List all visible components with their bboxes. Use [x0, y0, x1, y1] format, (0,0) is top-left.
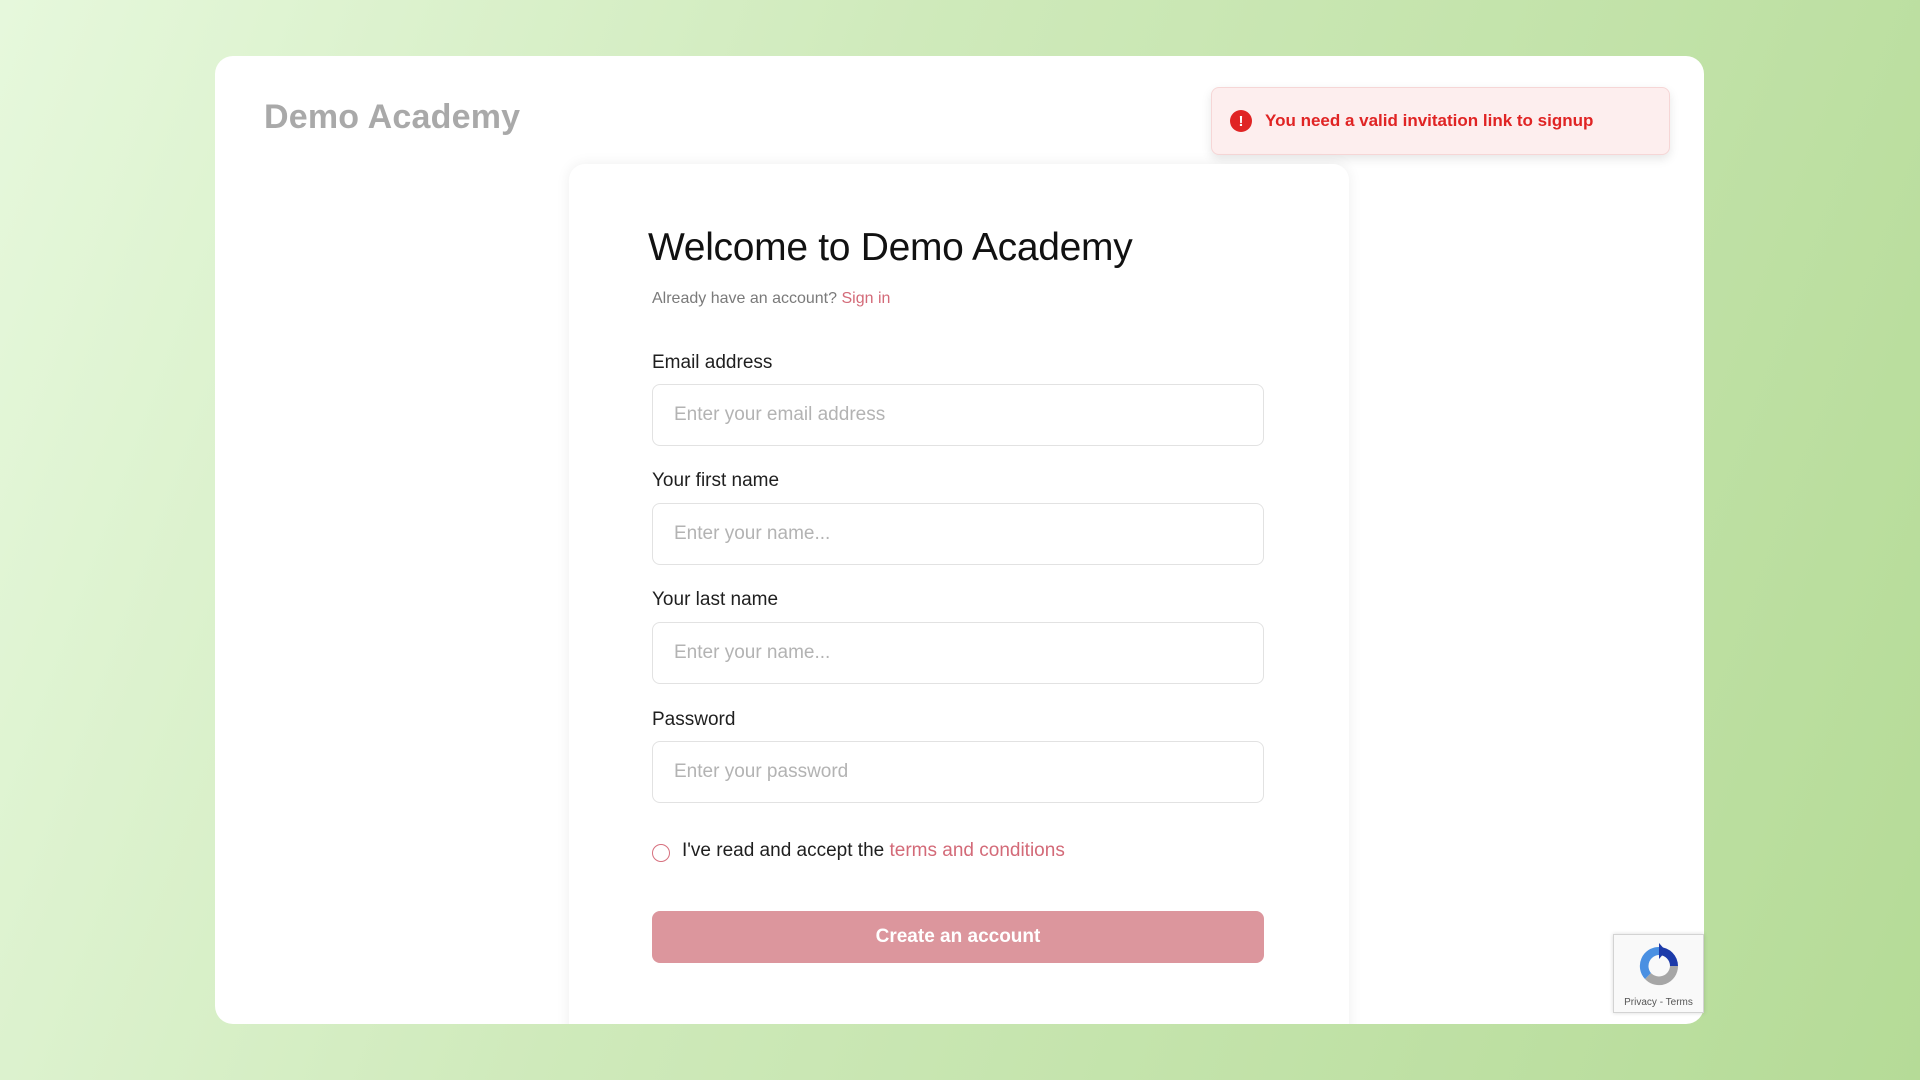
- email-input[interactable]: [652, 384, 1264, 446]
- recaptcha-icon: [1639, 943, 1679, 986]
- app-card: Demo Academy ! You need a valid invitati…: [215, 56, 1704, 1024]
- create-account-button[interactable]: Create an account: [652, 911, 1264, 963]
- toast-message: You need a valid invitation link to sign…: [1265, 111, 1594, 130]
- first-name-label: Your first name: [652, 470, 780, 491]
- page-title: Welcome to Demo Academy: [648, 226, 1133, 269]
- terms-text: I've read and accept the: [682, 840, 885, 861]
- password-label: Password: [652, 709, 736, 730]
- recaptcha-badge[interactable]: Privacy - Terms: [1613, 934, 1704, 1013]
- signin-link[interactable]: Sign in: [841, 290, 890, 307]
- signin-prompt-text: Already have an account?: [652, 290, 838, 307]
- brand-logo: Demo Academy: [264, 98, 521, 136]
- terms-checkbox[interactable]: [652, 843, 670, 862]
- password-input[interactable]: [652, 741, 1264, 803]
- terms-row: I've read and accept the terms and condi…: [652, 840, 1065, 862]
- alert-circle-icon: !: [1230, 110, 1252, 132]
- last-name-label: Your last name: [652, 589, 779, 610]
- email-label: Email address: [652, 352, 773, 373]
- error-toast: ! You need a valid invitation link to si…: [1211, 87, 1670, 155]
- last-name-input[interactable]: [652, 622, 1264, 684]
- first-name-input[interactable]: [652, 503, 1264, 565]
- recaptcha-terms-link[interactable]: Terms: [1666, 997, 1693, 1008]
- signup-form-card: Welcome to Demo Academy Already have an …: [569, 164, 1349, 1024]
- recaptcha-separator: -: [1659, 997, 1664, 1008]
- signin-prompt: Already have an account? Sign in: [652, 290, 890, 308]
- terms-link[interactable]: terms and conditions: [890, 840, 1065, 862]
- recaptcha-privacy-link[interactable]: Privacy: [1624, 997, 1657, 1008]
- recaptcha-links: Privacy - Terms: [1614, 997, 1703, 1008]
